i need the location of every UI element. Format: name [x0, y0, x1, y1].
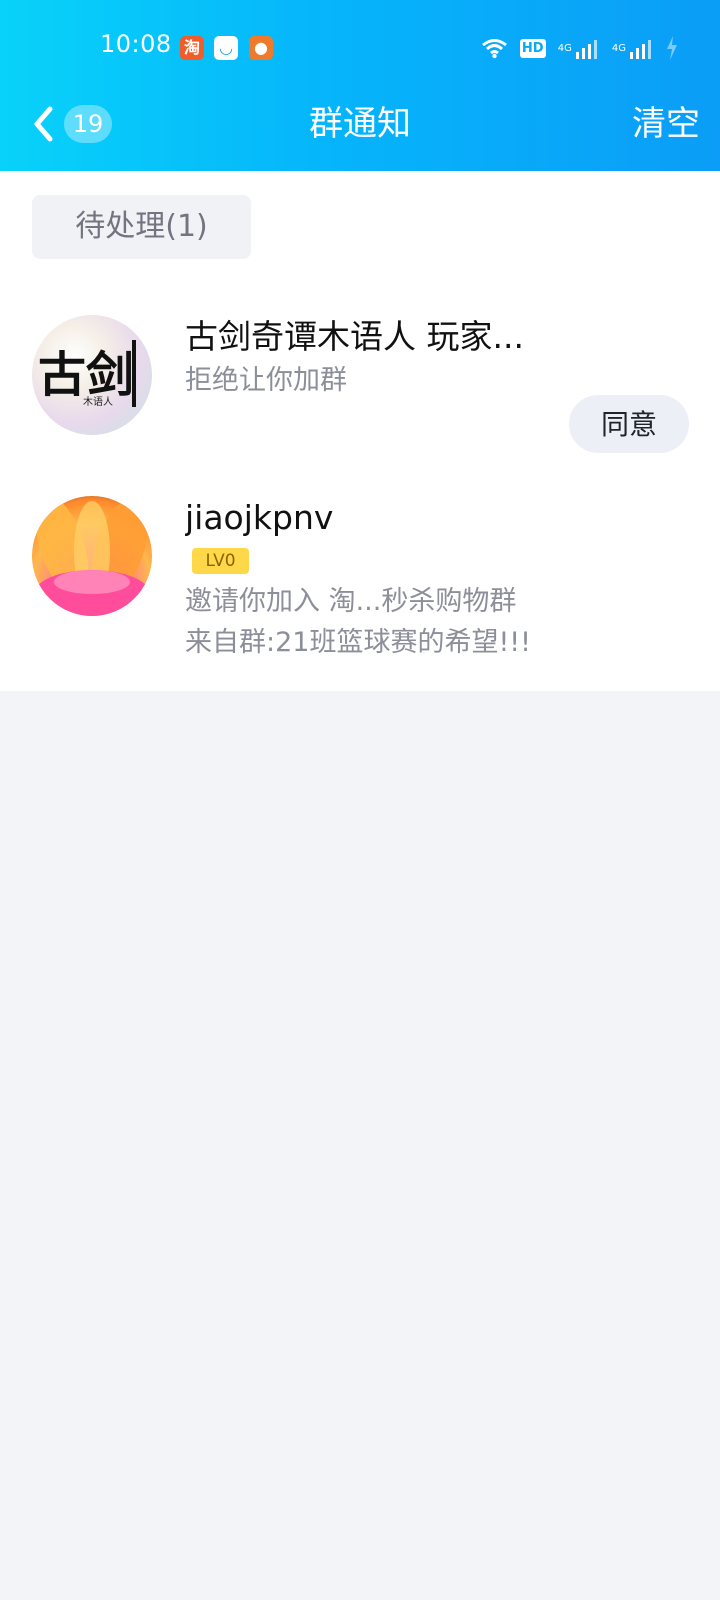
page-title: 群通知: [309, 104, 411, 144]
navigation-bar: 19 群通知 清空: [0, 96, 720, 171]
notification-list: 待处理(1) 古剑 木语人 古剑奇谭木语人 玩家... 拒绝让你加群 jiaoj…: [0, 171, 720, 691]
notice-name: 古剑奇谭木语人 玩家...: [185, 317, 524, 356]
status-time: 10:08: [100, 30, 172, 58]
agree-button[interactable]: 同意: [569, 395, 689, 453]
network-label-1: 4G: [557, 42, 572, 54]
avatar[interactable]: [32, 496, 152, 616]
top-header: 10:08 淘 ◡ ● HD 4G 4G 19 群通知 清空: [0, 0, 720, 171]
hd-badge: HD: [519, 38, 546, 58]
status-bar: 10:08 淘 ◡ ● HD 4G 4G: [0, 0, 720, 96]
empty-background: [0, 691, 720, 1600]
source-group: 来自群:21班篮球赛的希望!!!: [185, 627, 531, 658]
level-badge: LV0: [192, 548, 249, 574]
tab-pending[interactable]: 待处理(1): [32, 195, 251, 259]
taobao-icon: 淘: [180, 36, 204, 60]
avatar-title-text: 古剑: [38, 347, 134, 403]
battery-charging-icon: [666, 36, 678, 60]
qq-icon: ◡: [214, 36, 238, 60]
notice-description: 拒绝让你加群: [185, 365, 347, 396]
clear-button[interactable]: 清空: [632, 100, 700, 148]
notice-item-jiaojkpnv[interactable]: jiaojkpnv LV0 邀请你加入 淘...秒杀购物群 来自群:21班篮球赛…: [0, 496, 720, 666]
invite-description: 邀请你加入 淘...秒杀购物群: [185, 586, 517, 617]
signal-icon-1: [575, 37, 600, 59]
avatar[interactable]: 古剑 木语人: [32, 315, 152, 435]
signal-icon-2: [630, 37, 654, 59]
avatar-subtitle-text: 木语人: [83, 396, 113, 408]
network-label-2: 4G: [611, 42, 626, 54]
wifi-icon: [481, 37, 508, 59]
status-indicators: HD 4G 4G: [481, 33, 678, 63]
notice-name: jiaojkpnv: [185, 498, 334, 537]
uc-browser-icon: ●: [249, 36, 273, 60]
